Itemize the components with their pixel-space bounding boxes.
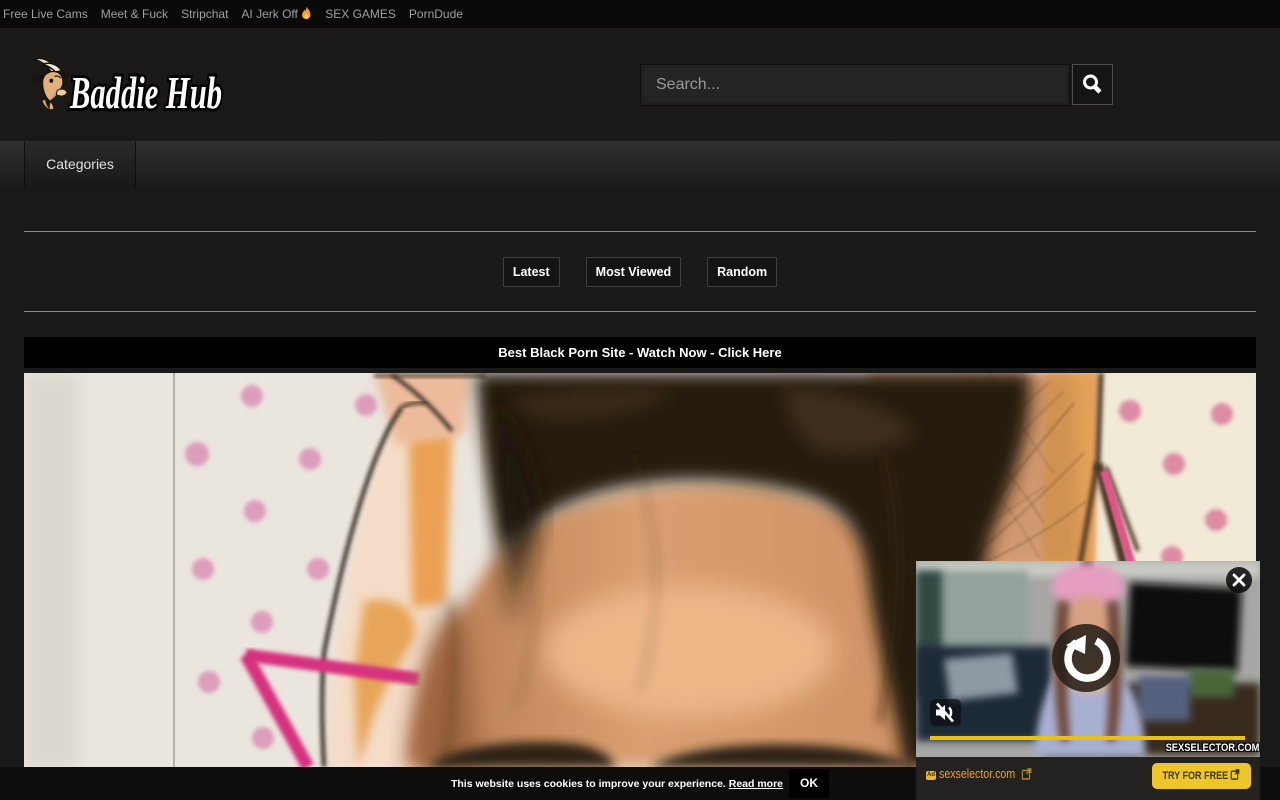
svg-text:Baddie Hub: Baddie Hub: [69, 67, 222, 118]
